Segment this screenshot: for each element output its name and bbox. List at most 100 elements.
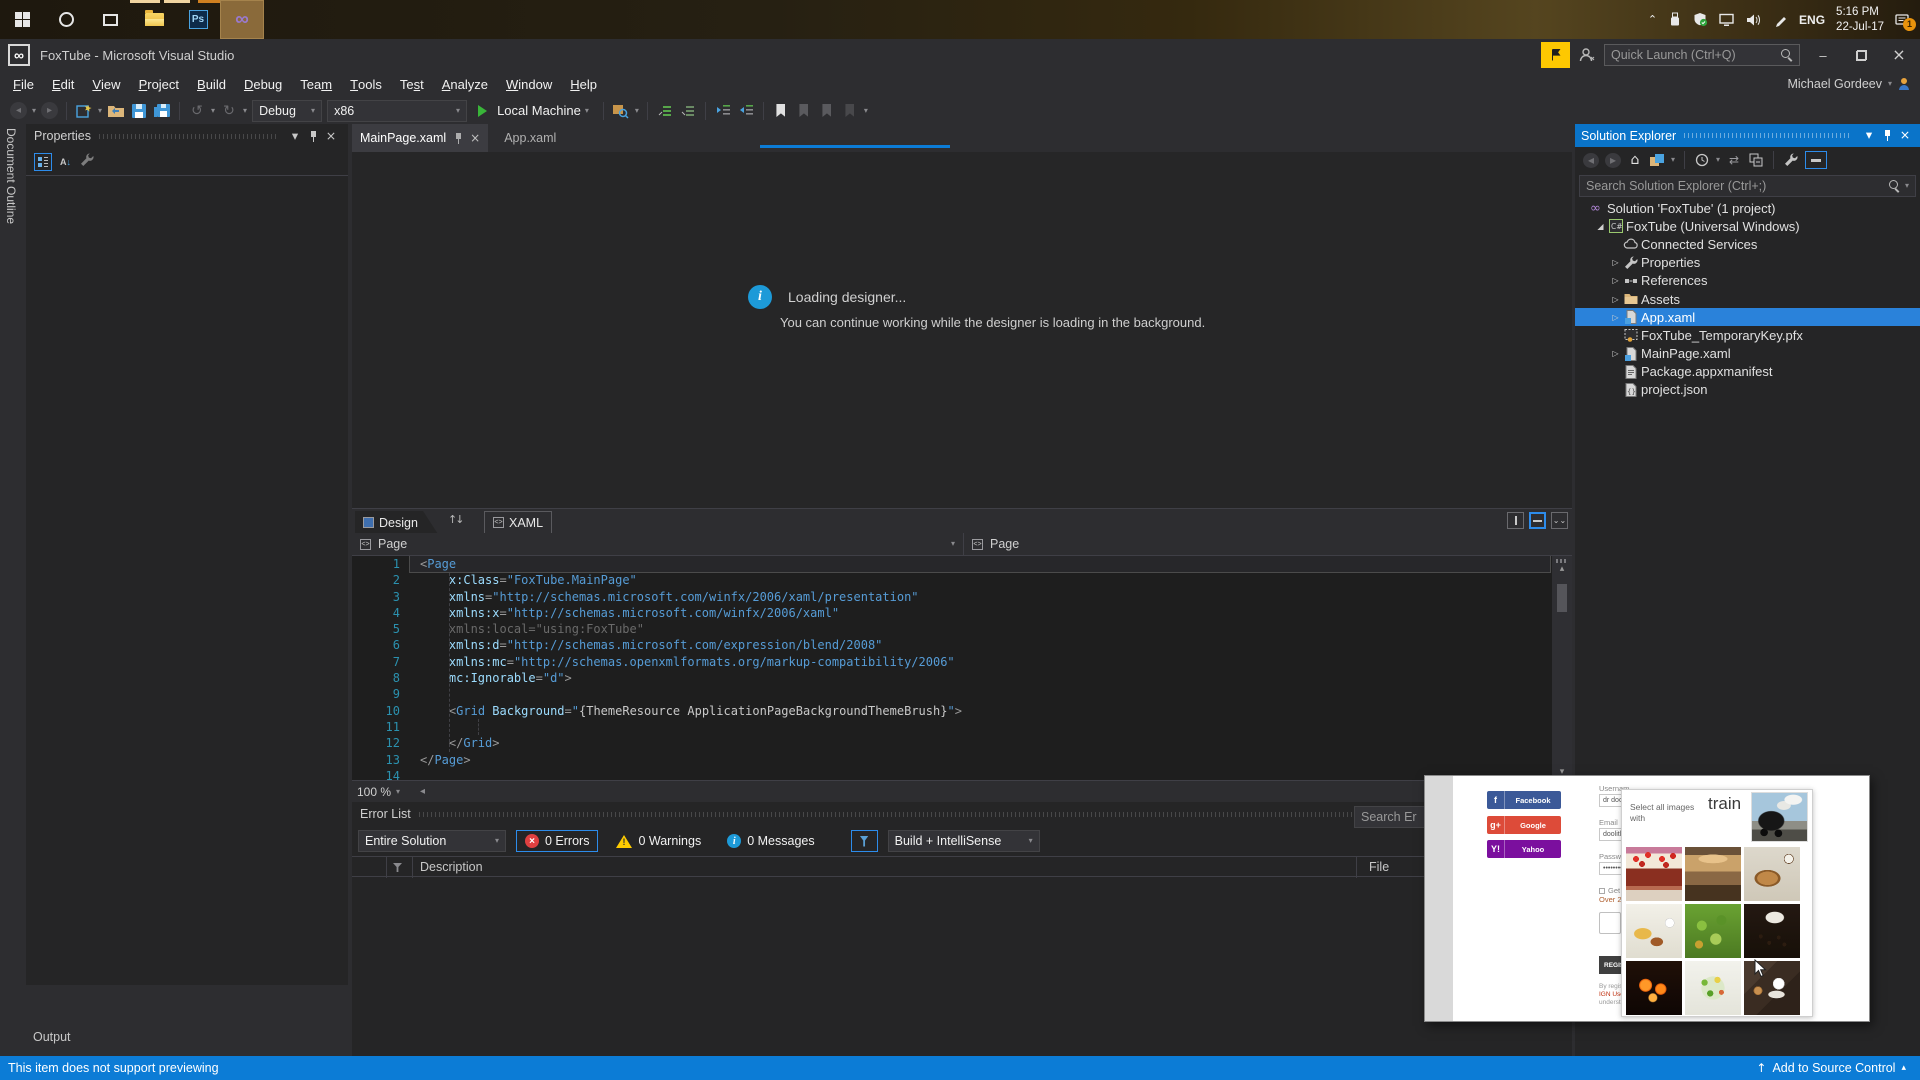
- menu-build[interactable]: Build: [188, 71, 235, 97]
- captcha-cell-breakfast-plate[interactable]: [1626, 904, 1682, 958]
- back-button[interactable]: [1583, 152, 1599, 168]
- vertical-split-button[interactable]: [1507, 512, 1524, 529]
- code-line-13[interactable]: 13 </Page>: [352, 752, 1572, 768]
- usb-icon[interactable]: [1668, 12, 1682, 27]
- build-intellisense-dropdown[interactable]: Build + IntelliSense: [887, 830, 1040, 852]
- navigate-back-dropdown[interactable]: [32, 107, 36, 115]
- switch-views-button[interactable]: [1649, 151, 1665, 169]
- taskbar-clock[interactable]: 5:16 PM 22-Jul-17: [1836, 5, 1884, 34]
- horizontal-split-button[interactable]: [1529, 512, 1546, 529]
- collapse-pane-button[interactable]: ⌄⌄: [1551, 512, 1568, 529]
- pending-changes-filter-button[interactable]: [1694, 151, 1710, 169]
- minimize-button[interactable]: –: [1808, 43, 1838, 67]
- new-project-button[interactable]: [75, 101, 93, 121]
- tab-mainpage-xaml[interactable]: MainPage.xaml: [352, 124, 489, 152]
- editor-vertical-scrollbar[interactable]: [1552, 556, 1572, 780]
- warnings-filter-button[interactable]: 0 Warnings: [608, 830, 709, 852]
- close-tab-icon[interactable]: [470, 132, 480, 144]
- menu-window[interactable]: Window: [497, 71, 561, 97]
- home-button[interactable]: [1627, 151, 1643, 169]
- quick-launch-input[interactable]: Quick Launch (Ctrl+Q): [1604, 44, 1800, 66]
- clear-bookmarks-button[interactable]: [841, 101, 859, 121]
- comment-selection-button[interactable]: [656, 101, 674, 121]
- tree-item-assets[interactable]: Assets: [1575, 290, 1920, 308]
- close-button[interactable]: [1884, 43, 1914, 67]
- sync-with-active-document-button[interactable]: [1726, 151, 1742, 169]
- start-button[interactable]: [0, 0, 44, 39]
- scrollbar-thumb[interactable]: [1557, 584, 1567, 612]
- captcha-cell-dessert-glass[interactable]: [1685, 847, 1741, 901]
- error-scope-dropdown[interactable]: Entire Solution: [358, 830, 506, 852]
- code-line-12[interactable]: 12 </Grid>: [352, 735, 1572, 751]
- expander-closed-icon[interactable]: [1608, 258, 1623, 267]
- property-pages-button[interactable]: [79, 152, 95, 171]
- feedback-flag-button[interactable]: [1541, 42, 1570, 68]
- undo-dropdown[interactable]: [211, 107, 215, 115]
- display-icon[interactable]: [1719, 13, 1735, 27]
- captcha-cell-vegetable-salad-plate[interactable]: [1685, 961, 1741, 1015]
- find-dropdown[interactable]: [635, 107, 639, 115]
- menu-tools[interactable]: Tools: [341, 71, 391, 97]
- start-debugging-button[interactable]: Local Machine: [472, 103, 595, 118]
- code-line-14[interactable]: 14: [352, 768, 1572, 780]
- pending-changes-dropdown[interactable]: [1716, 156, 1720, 164]
- expander-open-icon[interactable]: [1593, 222, 1608, 231]
- photoshop-button[interactable]: [176, 0, 220, 39]
- document-outline-tab[interactable]: Document Outline: [4, 128, 18, 224]
- tree-item-package-appxmanifest[interactable]: Package.appxmanifest: [1575, 363, 1920, 381]
- window-position-dropdown[interactable]: [286, 127, 304, 145]
- code-line-11[interactable]: 11: [352, 719, 1572, 735]
- collapse-all-button[interactable]: [1748, 151, 1764, 169]
- defender-shield-icon[interactable]: [1693, 12, 1708, 27]
- search-options-dropdown[interactable]: [1905, 182, 1909, 190]
- increase-indent-button[interactable]: [737, 101, 755, 121]
- element-breadcrumb-right[interactable]: Page: [964, 533, 1572, 555]
- tree-item-project-json[interactable]: {} project.json: [1575, 381, 1920, 399]
- menu-edit[interactable]: Edit: [43, 71, 83, 97]
- uncomment-selection-button[interactable]: [679, 101, 697, 121]
- tree-item-properties[interactable]: Properties: [1575, 254, 1920, 272]
- captcha-cell-coffee-beans-bowl[interactable]: [1744, 904, 1800, 958]
- navigate-forward-button[interactable]: [41, 102, 59, 119]
- new-project-dropdown[interactable]: [98, 107, 102, 115]
- open-file-button[interactable]: [107, 101, 125, 121]
- alphabetical-sort-button[interactable]: A↓: [60, 157, 71, 167]
- switch-views-dropdown[interactable]: [1671, 156, 1675, 164]
- tree-item-foxtube-universal-windows[interactable]: C#FoxTube (Universal Windows): [1575, 217, 1920, 235]
- menu-test[interactable]: Te s t: [391, 71, 433, 97]
- tree-item-app-xaml[interactable]: App.xaml: [1575, 308, 1920, 327]
- design-view-tab[interactable]: Design: [355, 511, 438, 534]
- code-line-3[interactable]: 3 xmlns="http://schemas.microsoft.com/wi…: [352, 589, 1572, 605]
- captcha-cell-pancakes-with-coffee[interactable]: [1744, 847, 1800, 901]
- element-breadcrumb-left[interactable]: Page: [352, 533, 964, 555]
- code-line-1[interactable]: 1 <Page: [352, 556, 1572, 574]
- save-all-button[interactable]: [153, 101, 171, 121]
- redo-dropdown[interactable]: [243, 107, 247, 115]
- code-line-6[interactable]: 6 xmlns:d="http://schemas.microsoft.com/…: [352, 637, 1572, 653]
- facebook-signin-button[interactable]: f Facebook: [1487, 791, 1561, 809]
- tree-item-connected-services[interactable]: Connected Services: [1575, 235, 1920, 253]
- tree-item-foxtube-temporarykey-pfx[interactable]: FoxTube_TemporaryKey.pfx: [1575, 326, 1920, 344]
- scroll-up-arrow[interactable]: [1560, 565, 1565, 574]
- feedback-person-icon[interactable]: [1578, 47, 1596, 63]
- menu-debug[interactable]: Debug: [235, 71, 291, 97]
- window-position-dropdown[interactable]: [1860, 127, 1878, 145]
- expander-closed-icon[interactable]: [1608, 313, 1623, 322]
- preview-selected-items-button[interactable]: [1805, 151, 1828, 169]
- pen-icon[interactable]: [1774, 13, 1788, 27]
- run-target-dropdown[interactable]: [585, 107, 589, 115]
- captcha-cell-glowing-orange-bowl[interactable]: [1626, 961, 1682, 1015]
- scroll-left-arrow[interactable]: [420, 787, 425, 797]
- xaml-view-tab[interactable]: XAML: [484, 511, 553, 534]
- forward-button[interactable]: [1605, 152, 1621, 168]
- tray-expand-chevron-icon[interactable]: ⌃: [1648, 14, 1657, 25]
- captcha-cell-coffee-cup-with-cookie[interactable]: [1744, 961, 1800, 1015]
- volume-icon[interactable]: [1746, 13, 1763, 27]
- code-line-5[interactable]: 5 xmlns:local="using:FoxTube": [352, 621, 1572, 637]
- code-line-9[interactable]: 9: [352, 686, 1572, 702]
- platform-dropdown[interactable]: x86: [327, 99, 468, 122]
- code-line-8[interactable]: 8 mc:Ignorable="d">: [352, 670, 1572, 686]
- properties-panel-header[interactable]: Properties: [26, 124, 348, 148]
- menu-file[interactable]: File: [4, 71, 43, 97]
- column-description[interactable]: Description: [420, 860, 483, 874]
